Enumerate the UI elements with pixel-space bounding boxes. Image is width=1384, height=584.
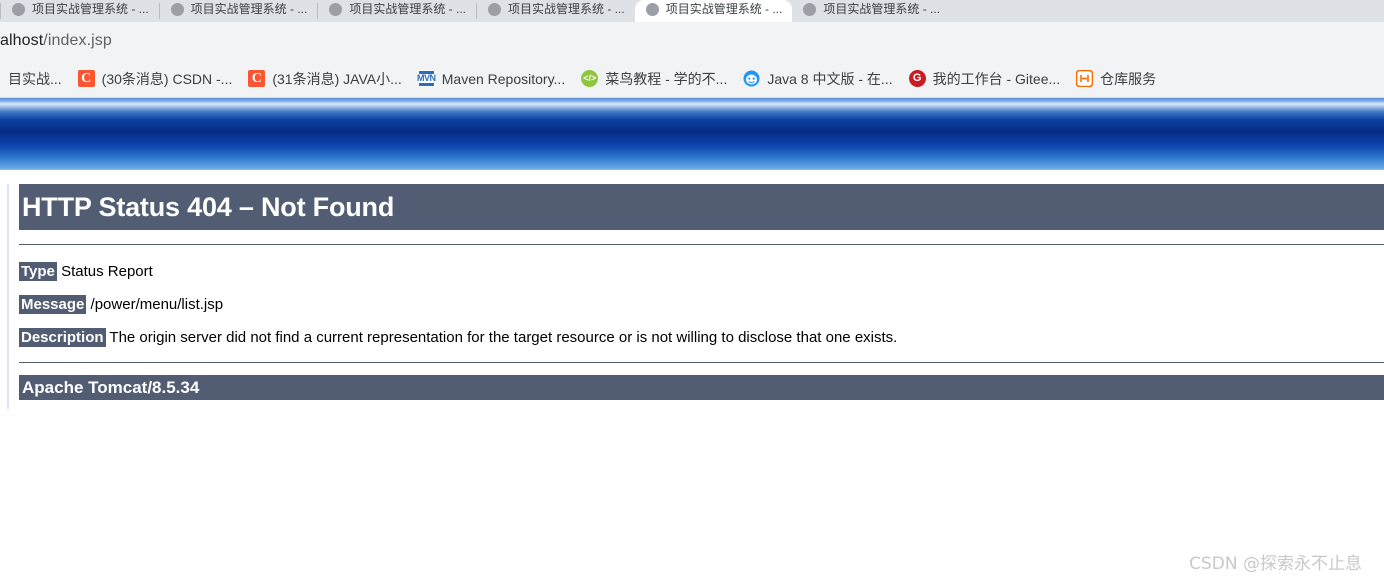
bookmarks-bar: 目实战... C (30条消息) CSDN -... C (31条消息) JAV… bbox=[0, 60, 1384, 98]
divider-top bbox=[19, 244, 1384, 245]
divider-bottom bbox=[19, 362, 1384, 363]
detail-value-description: The origin server did not find a current… bbox=[109, 329, 898, 346]
bookmark-item-5[interactable]: Java 8 中文版 - 在... bbox=[735, 66, 900, 92]
omnibox[interactable]: alhost/index.jsp bbox=[0, 22, 1384, 60]
tab-title: 项目实战管理系统 - ... bbox=[665, 2, 783, 16]
browser-tab-2[interactable]: 项目实战管理系统 - ... bbox=[159, 0, 318, 22]
globe-icon bbox=[329, 3, 343, 16]
bookmark-label: (30条消息) CSDN -... bbox=[101, 70, 233, 87]
detail-label-message: Message bbox=[19, 295, 87, 314]
maven-icon: MVN bbox=[417, 70, 436, 87]
url-text[interactable]: alhost/index.jsp bbox=[0, 32, 112, 50]
bookmark-label: 我的工作台 - Gitee... bbox=[932, 70, 1061, 87]
csdn-icon: C bbox=[248, 70, 266, 87]
globe-icon bbox=[803, 3, 817, 16]
gitee-icon: G bbox=[908, 70, 926, 87]
page-viewport: HTTP Status 404 – Not Found Type Status … bbox=[0, 98, 1384, 584]
url-path: /index.jsp bbox=[43, 32, 112, 49]
bookmark-label: Java 8 中文版 - 在... bbox=[767, 70, 893, 87]
csdn-watermark: CSDN @探索永不止息 bbox=[1189, 554, 1362, 574]
browser-tab-6[interactable]: 项目实战管理系统 - ... bbox=[792, 0, 951, 22]
bookmark-item-3[interactable]: MVN Maven Repository... bbox=[410, 67, 573, 90]
browser-tab-3[interactable]: 项目实战管理系统 - ... bbox=[318, 0, 477, 22]
detail-value-message: /power/menu/list.jsp bbox=[90, 296, 224, 313]
browser-tab-5-active[interactable]: 项目实战管理系统 - ... bbox=[634, 0, 793, 22]
tab-title: 项目实战管理系统 - ... bbox=[32, 2, 149, 16]
bookmark-item-2[interactable]: C (31条消息) JAVA小... bbox=[240, 66, 409, 92]
url-host: alhost bbox=[0, 32, 44, 49]
bookmark-item-7[interactable]: 仓库服务 bbox=[1068, 66, 1164, 92]
bookmark-label: Maven Repository... bbox=[441, 70, 566, 87]
tab-title: 项目实战管理系统 - ... bbox=[823, 2, 941, 16]
bookmark-item-6[interactable]: G 我的工作台 - Gitee... bbox=[901, 66, 1069, 92]
page-left-border bbox=[7, 184, 9, 409]
page-banner-blue-gradient bbox=[0, 98, 1384, 171]
browser-tab-1[interactable]: 项目实战管理系统 - ... bbox=[1, 0, 159, 22]
bookmark-item-1[interactable]: C (30条消息) CSDN -... bbox=[70, 66, 241, 92]
bookmark-label: 菜鸟教程 - 学的不... bbox=[605, 70, 728, 87]
java-icon bbox=[743, 70, 760, 87]
browser-chrome: 项目实战管理系统 - ... 项目实战管理系统 - ... 项目实战管理系统 -… bbox=[0, 0, 1384, 98]
csdn-icon: C bbox=[77, 70, 95, 87]
detail-row-description: Description The origin server did not fi… bbox=[19, 328, 1384, 348]
cangku-icon bbox=[1076, 70, 1094, 87]
tab-title: 项目实战管理系统 - ... bbox=[349, 2, 467, 16]
detail-row-type: Type Status Report bbox=[19, 262, 1384, 282]
detail-value-type: Status Report bbox=[61, 263, 153, 280]
bookmark-label: 目实战... bbox=[8, 70, 62, 87]
bookmark-item-0[interactable]: 目实战... bbox=[0, 66, 70, 92]
server-version-footer: Apache Tomcat/8.5.34 bbox=[19, 375, 1384, 400]
tab-title: 项目实战管理系统 - ... bbox=[190, 2, 308, 16]
bookmark-label: 仓库服务 bbox=[1100, 70, 1157, 87]
browser-tab-4[interactable]: 项目实战管理系统 - ... bbox=[477, 0, 635, 22]
globe-icon bbox=[12, 3, 25, 16]
page-title: HTTP Status 404 – Not Found bbox=[19, 184, 1384, 230]
globe-icon bbox=[488, 3, 502, 16]
globe-icon bbox=[645, 3, 659, 16]
tomcat-error-page: HTTP Status 404 – Not Found Type Status … bbox=[0, 184, 1384, 584]
detail-row-message: Message /power/menu/list.jsp bbox=[19, 295, 1384, 315]
detail-label-description: Description bbox=[19, 328, 106, 347]
tab-title: 项目实战管理系统 - ... bbox=[508, 2, 625, 16]
detail-label-type: Type bbox=[19, 262, 57, 281]
bookmark-label: (31条消息) JAVA小... bbox=[272, 70, 402, 87]
globe-icon bbox=[170, 3, 184, 16]
tab-strip: 项目实战管理系统 - ... 项目实战管理系统 - ... 项目实战管理系统 -… bbox=[0, 0, 1384, 22]
bookmark-item-4[interactable]: </> 菜鸟教程 - 学的不... bbox=[573, 66, 735, 92]
runoob-icon: </> bbox=[581, 70, 599, 87]
